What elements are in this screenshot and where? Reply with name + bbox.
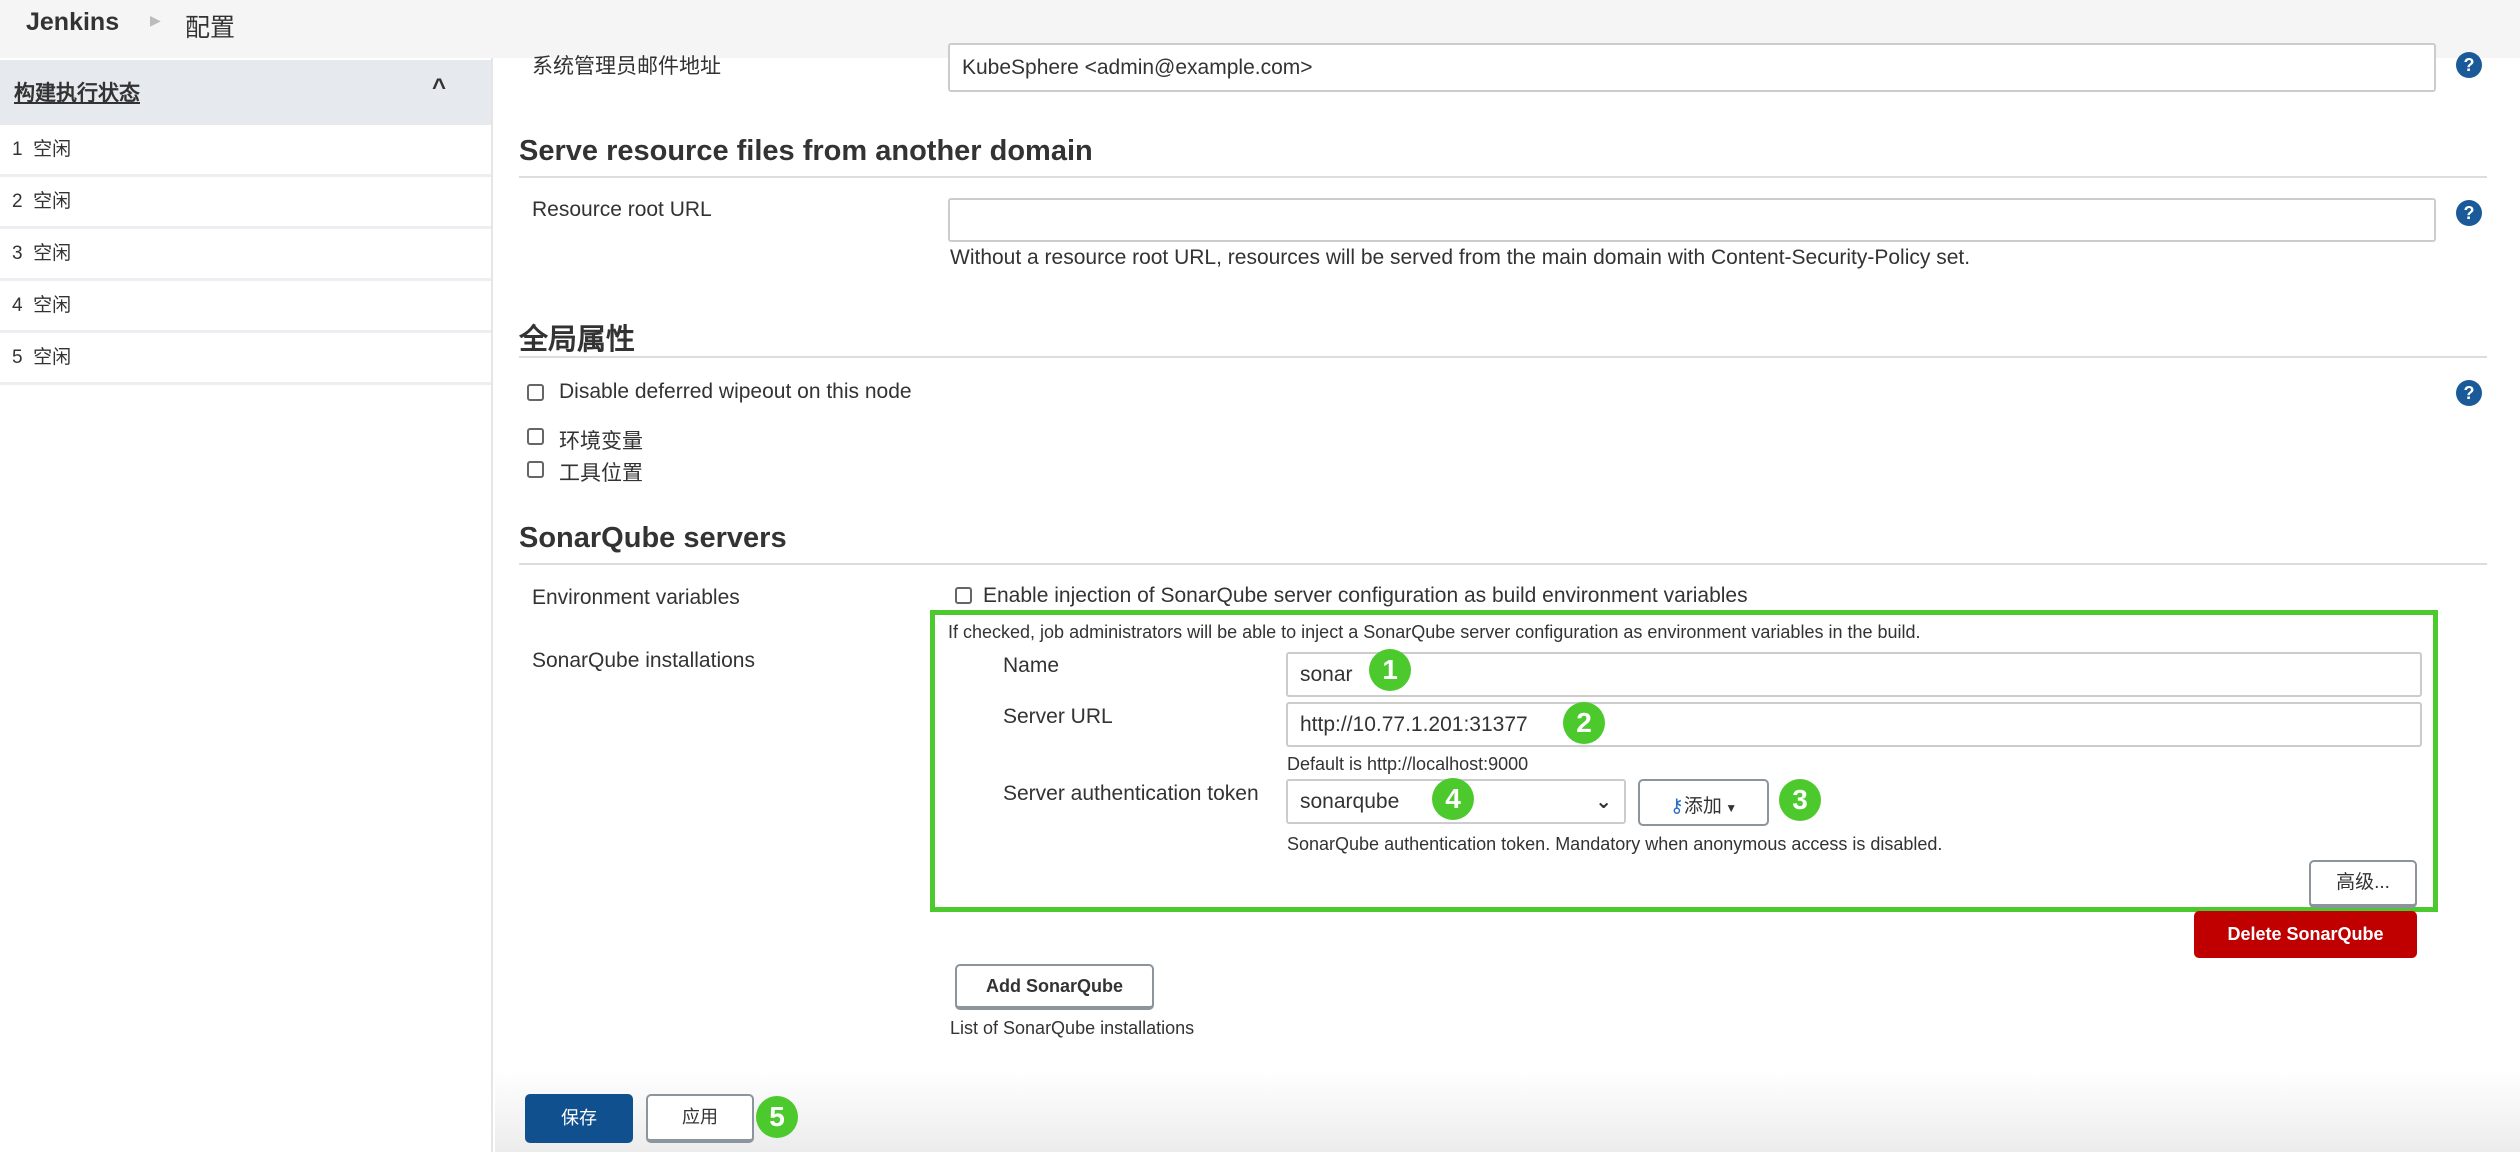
resource-root-url-input[interactable] [948,198,2436,242]
name-input[interactable]: sonar [1286,652,2422,697]
collapse-chevron-icon[interactable]: ^ [432,74,446,102]
section-heading-resource: Serve resource files from another domain [519,135,1093,167]
annotation-badge: 1 [1369,649,1411,691]
section-heading-global: 全局属性 [519,324,636,356]
annotation-badge: 2 [1563,702,1605,744]
executor-item: 5 空闲 [0,333,491,385]
sidebar: 构建执行状态 ^ 1 空闲 2 空闲 3 空闲 4 空闲 5 空闲 [0,58,493,1152]
token-label: Server authentication token [1003,782,1259,805]
tool-locations-label: 工具位置 [559,462,643,485]
admin-email-label: 系统管理员邮件地址 [532,55,721,78]
resource-root-url-label: Resource root URL [532,198,712,221]
executor-item: 1 空闲 [0,125,491,177]
add-label: 添加 [1683,796,1722,817]
add-sonarqube-button[interactable]: Add SonarQube [955,964,1154,1010]
executor-status-title[interactable]: 构建执行状态 [14,77,140,107]
help-icon[interactable]: ? [2456,52,2482,78]
enable-injection-label: Enable injection of SonarQube server con… [983,584,1748,607]
breadcrumb-configure[interactable]: 配置 [185,8,235,44]
delete-sonarqube-button[interactable]: Delete SonarQube [2194,911,2417,958]
executor-item: 4 空闲 [0,281,491,333]
disable-wipeout-label: Disable deferred wipeout on this node [559,380,912,403]
bottom-bar [495,1070,2520,1152]
advanced-button[interactable]: 高级... [2309,860,2417,908]
env-injection-help: If checked, job administrators will be a… [948,622,1921,642]
annotation-badge: 3 [1779,779,1821,821]
token-help: SonarQube authentication token. Mandator… [1287,834,1943,854]
divider [519,356,2487,358]
apply-button[interactable]: 应用 [646,1094,754,1143]
server-url-help: Default is http://localhost:9000 [1287,754,1529,774]
installations-label: SonarQube installations [532,649,755,672]
disable-wipeout-checkbox[interactable] [527,384,544,401]
save-button[interactable]: 保存 [525,1094,633,1143]
chevron-down-icon: ⌄ [1595,791,1612,813]
key-icon: ⚷ [1669,796,1684,817]
help-icon[interactable]: ? [2456,200,2482,226]
divider [519,563,2487,565]
admin-email-input[interactable]: KubeSphere <admin@example.com> [948,43,2436,92]
server-url-label: Server URL [1003,705,1113,728]
server-url-input[interactable]: http://10.77.1.201:31377 [1286,702,2422,747]
help-icon[interactable]: ? [2456,380,2482,406]
annotation-badge: 5 [756,1096,798,1138]
jenkins-home-link[interactable]: Jenkins [26,8,119,37]
env-vars-checkbox[interactable] [527,428,544,445]
env-variables-label: Environment variables [532,586,740,609]
env-vars-label: 环境变量 [559,430,643,453]
divider [519,176,2487,178]
token-select-value: sonarqube [1300,789,1400,813]
installations-help: List of SonarQube installations [950,1018,1195,1038]
breadcrumb-chevron-icon: ▶ [150,12,161,28]
enable-injection-checkbox[interactable] [955,587,972,604]
executor-item: 2 空闲 [0,177,491,229]
executor-item: 3 空闲 [0,229,491,281]
annotation-badge: 4 [1432,778,1474,820]
caret-down-icon: ▼ [1721,801,1738,815]
tool-locations-checkbox[interactable] [527,461,544,478]
add-credentials-button[interactable]: ⚷添加 ▼ [1638,779,1769,826]
resource-root-url-help: Without a resource root URL, resources w… [950,246,1971,269]
name-label: Name [1003,654,1060,677]
section-heading-sonarqube: SonarQube servers [519,522,787,554]
executor-status-header[interactable]: 构建执行状态 ^ [0,60,491,125]
